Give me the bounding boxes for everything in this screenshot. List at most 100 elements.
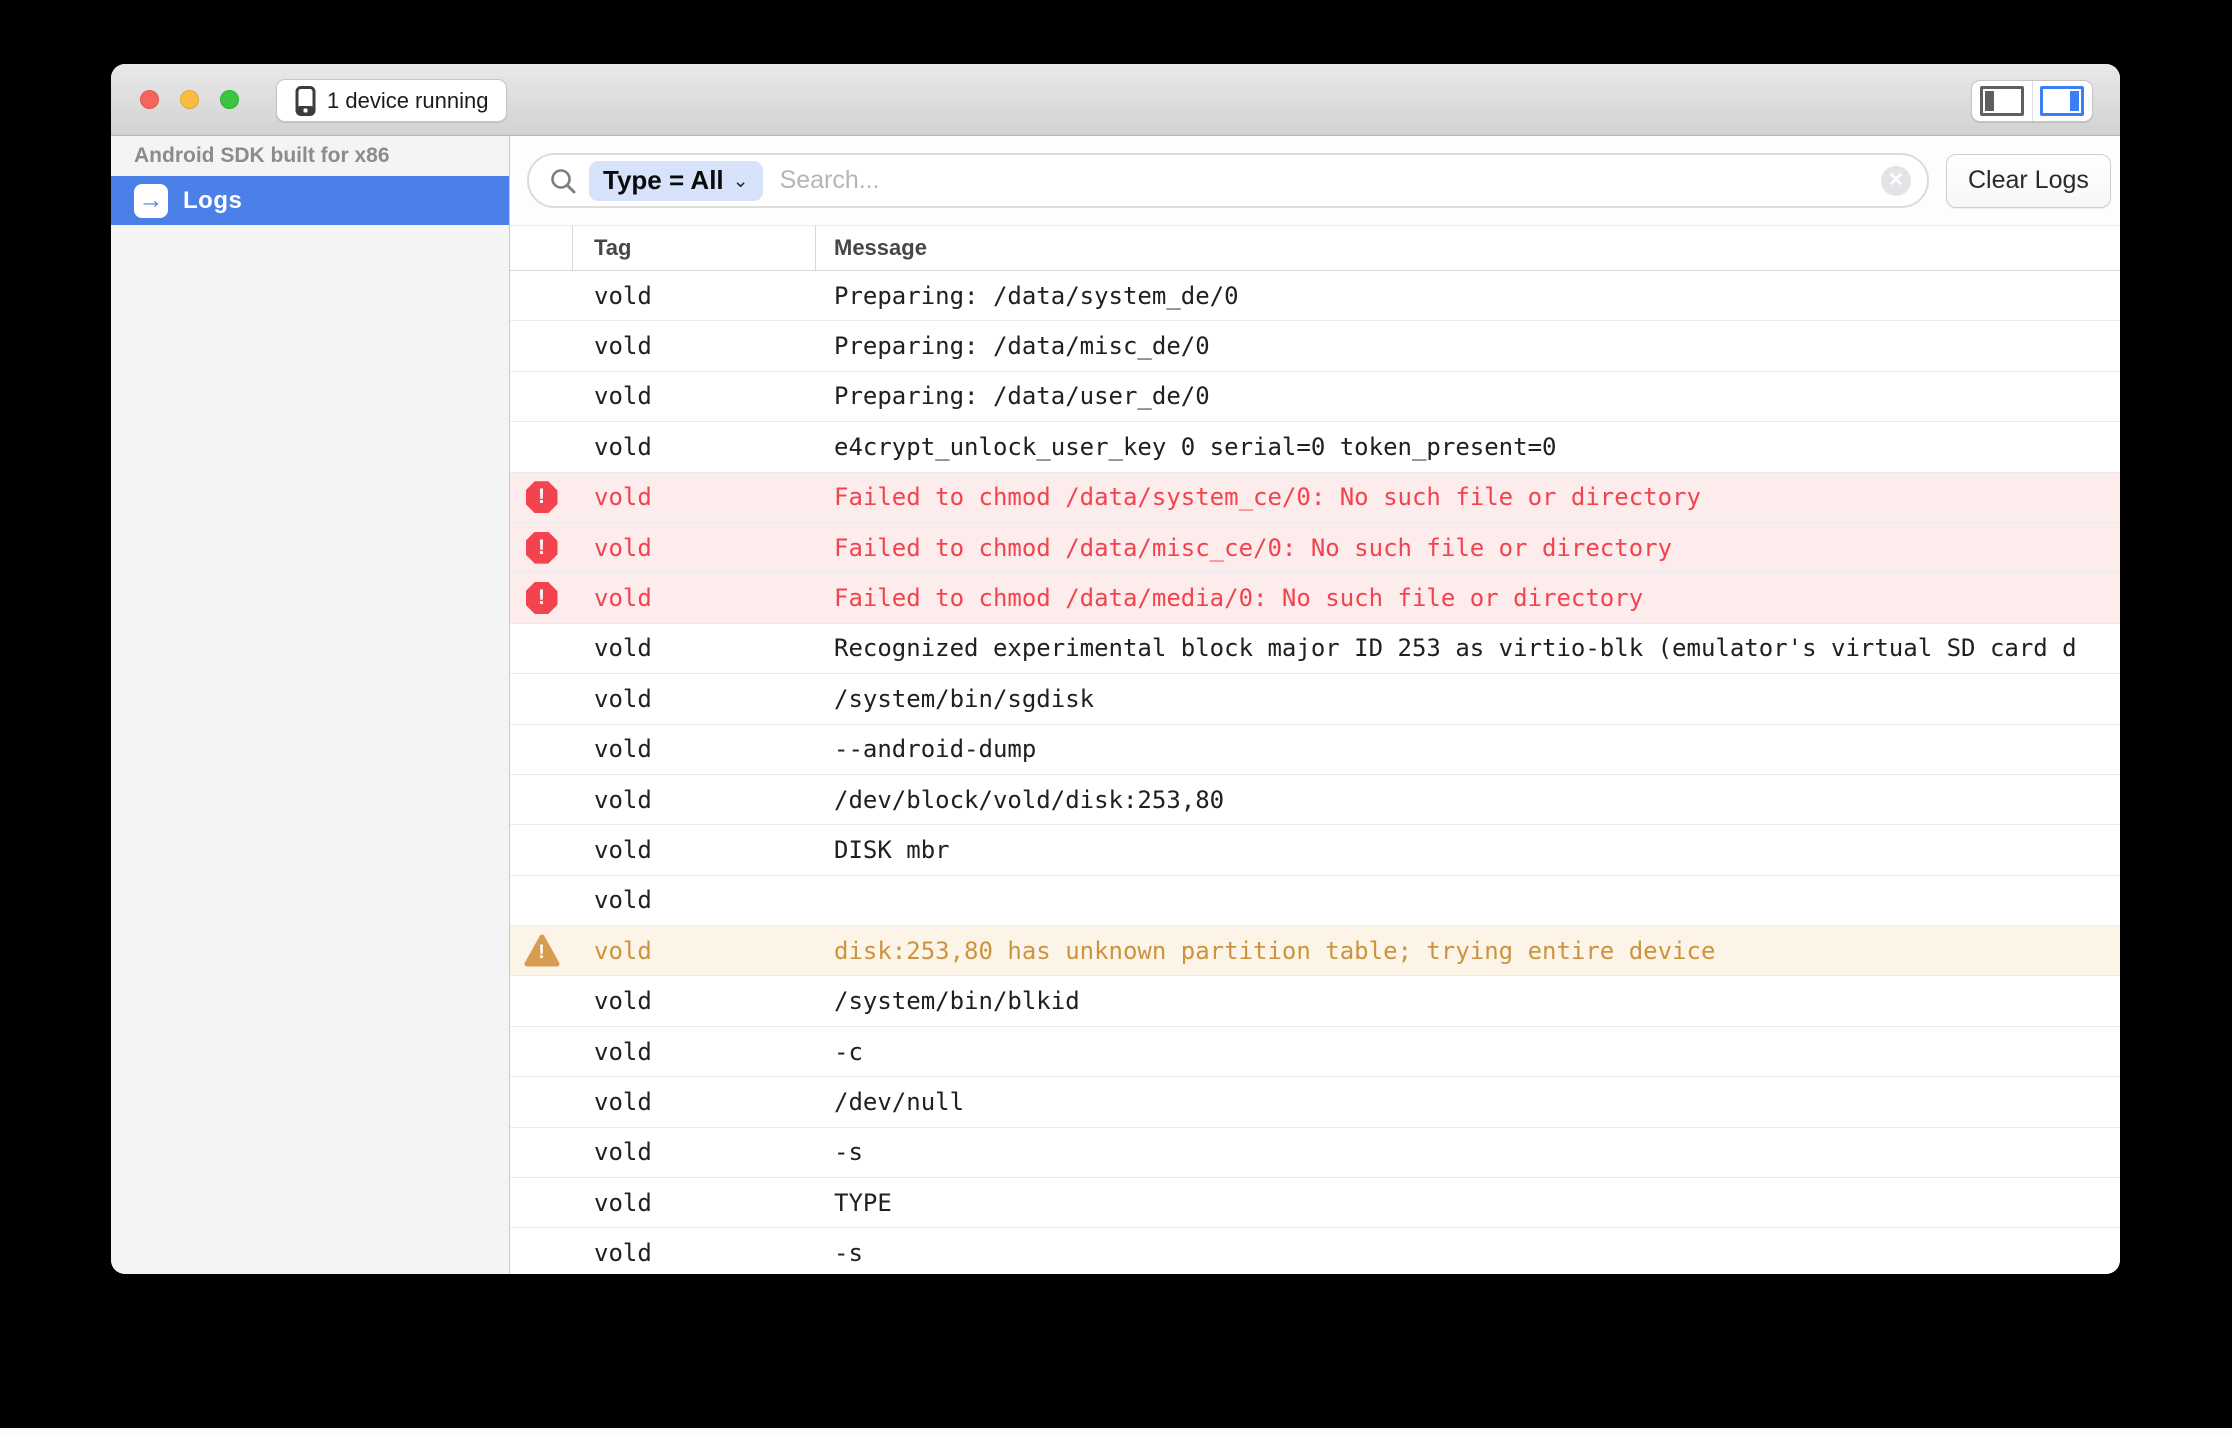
log-row[interactable]: ! ! vold Failed to chmod /data/misc_ce/0… xyxy=(510,523,2120,573)
log-row[interactable]: ! ! vold Failed to chmod /data/media/0: … xyxy=(510,573,2120,623)
log-tag: vold xyxy=(573,987,816,1015)
log-viewer-window: 1 device running Android SDK built for x… xyxy=(111,64,2120,1274)
log-row[interactable]: ! ! vold Preparing: /data/user_de/0 xyxy=(510,372,2120,422)
window-controls xyxy=(140,90,239,109)
log-tag: vold xyxy=(573,534,816,562)
log-message: /system/bin/sgdisk xyxy=(816,685,2120,713)
log-row[interactable]: ! ! vold e4crypt_unlock_user_key 0 seria… xyxy=(510,422,2120,472)
log-message: /dev/null xyxy=(816,1088,2120,1116)
log-tag: vold xyxy=(573,937,816,965)
log-panel: Type = All ⌄ ✕ Clear Logs Tag Message xyxy=(510,136,2120,1274)
level-icon-cell: ! ! xyxy=(510,532,573,564)
chevron-down-icon: ⌄ xyxy=(733,170,749,193)
log-row[interactable]: ! ! vold -c xyxy=(510,1027,2120,1077)
search-icon xyxy=(549,167,577,195)
log-message: Failed to chmod /data/misc_ce/0: No such… xyxy=(816,534,2120,562)
log-message: Failed to chmod /data/media/0: No such f… xyxy=(816,584,2120,612)
log-message: Preparing: /data/user_de/0 xyxy=(816,382,2120,410)
log-tag: vold xyxy=(573,786,816,814)
search-field[interactable]: Type = All ⌄ ✕ xyxy=(527,153,1929,208)
log-row[interactable]: ! ! vold --android-dump xyxy=(510,725,2120,775)
level-icon-cell: ! ! xyxy=(510,481,573,513)
log-row[interactable]: ! ! vold TYPE xyxy=(510,1178,2120,1228)
log-tag: vold xyxy=(573,1239,816,1267)
log-tag: vold xyxy=(573,1189,816,1217)
log-message: TYPE xyxy=(816,1189,2120,1217)
clear-logs-button[interactable]: Clear Logs xyxy=(1946,154,2111,208)
desktop-background: 1 device running Android SDK built for x… xyxy=(0,0,2232,1436)
log-tag: vold xyxy=(573,735,816,763)
log-row[interactable]: ! ! vold /dev/null xyxy=(510,1077,2120,1127)
level-icon-cell: ! ! xyxy=(510,582,573,614)
screen-bottom-strip xyxy=(0,1428,2232,1436)
log-row[interactable]: ! ! vold Preparing: /data/misc_de/0 xyxy=(510,321,2120,371)
device-running-label: 1 device running xyxy=(327,88,488,114)
log-message: -s xyxy=(816,1239,2120,1267)
log-message: /system/bin/blkid xyxy=(816,987,2120,1015)
search-input[interactable] xyxy=(780,166,1881,195)
clear-search-button[interactable]: ✕ xyxy=(1881,166,1911,196)
type-filter-chip[interactable]: Type = All ⌄ xyxy=(589,161,763,201)
type-filter-label: Type = All xyxy=(603,165,724,196)
log-tag: vold xyxy=(573,282,816,310)
log-tag: vold xyxy=(573,886,816,914)
column-header-level xyxy=(510,226,573,270)
log-message: /dev/block/vold/disk:253,80 xyxy=(816,786,2120,814)
log-tag: vold xyxy=(573,332,816,360)
log-message: Recognized experimental block major ID 2… xyxy=(816,634,2120,662)
zoom-button[interactable] xyxy=(220,90,239,109)
sidebar: Android SDK built for x86 → Logs xyxy=(111,136,510,1274)
log-row[interactable]: ! ! vold disk:253,80 has unknown partiti… xyxy=(510,926,2120,976)
panel-left-toggle-icon xyxy=(1980,86,2024,116)
clear-logs-label: Clear Logs xyxy=(1968,166,2089,195)
log-row[interactable]: ! ! vold DISK mbr xyxy=(510,825,2120,875)
log-message: e4crypt_unlock_user_key 0 serial=0 token… xyxy=(816,433,2120,461)
sidebar-item-label: Logs xyxy=(183,187,242,215)
log-row[interactable]: ! ! vold -s xyxy=(510,1228,2120,1274)
log-row[interactable]: ! ! vold xyxy=(510,876,2120,926)
warning-triangle-icon: ! xyxy=(524,934,560,967)
log-row[interactable]: ! ! vold Preparing: /data/system_de/0 xyxy=(510,271,2120,321)
log-tag: vold xyxy=(573,382,816,410)
column-header-tag[interactable]: Tag xyxy=(573,226,816,270)
panel-toggle-group xyxy=(1971,80,2093,122)
log-rows: ! ! vold Preparing: /data/system_de/0 ! … xyxy=(510,271,2120,1274)
left-panel-toggle-button[interactable] xyxy=(1972,81,2032,121)
error-octagon-icon: ! xyxy=(526,532,558,564)
log-message: Preparing: /data/misc_de/0 xyxy=(816,332,2120,360)
log-row[interactable]: ! ! vold /system/bin/sgdisk xyxy=(510,674,2120,724)
window-toolbar: 1 device running xyxy=(111,64,2120,136)
log-message: Preparing: /data/system_de/0 xyxy=(816,282,2120,310)
close-button[interactable] xyxy=(140,90,159,109)
search-toolbar: Type = All ⌄ ✕ Clear Logs xyxy=(510,136,2120,226)
log-tag: vold xyxy=(573,685,816,713)
log-message: DISK mbr xyxy=(816,836,2120,864)
log-row[interactable]: ! ! vold -s xyxy=(510,1128,2120,1178)
sidebar-item-logs[interactable]: → Logs xyxy=(111,176,509,225)
device-running-button[interactable]: 1 device running xyxy=(276,79,507,122)
log-tag: vold xyxy=(573,836,816,864)
phone-icon xyxy=(295,86,316,116)
log-message: -s xyxy=(816,1138,2120,1166)
log-row[interactable]: ! ! vold /dev/block/vold/disk:253,80 xyxy=(510,775,2120,825)
level-icon-cell: ! ! xyxy=(510,934,573,967)
right-panel-toggle-button[interactable] xyxy=(2032,81,2093,121)
log-row[interactable]: ! ! vold Recognized experimental block m… xyxy=(510,624,2120,674)
device-name-header: Android SDK built for x86 xyxy=(111,136,509,176)
panel-right-toggle-icon xyxy=(2040,86,2084,116)
log-tag: vold xyxy=(573,634,816,662)
table-header: Tag Message xyxy=(510,226,2120,271)
log-tag: vold xyxy=(573,584,816,612)
error-octagon-icon: ! xyxy=(526,582,558,614)
error-octagon-icon: ! xyxy=(526,481,558,513)
log-tag: vold xyxy=(573,1038,816,1066)
log-message: disk:253,80 has unknown partition table;… xyxy=(816,937,2120,965)
log-row[interactable]: ! ! vold Failed to chmod /data/system_ce… xyxy=(510,473,2120,523)
log-row[interactable]: ! ! vold /system/bin/blkid xyxy=(510,976,2120,1026)
column-header-message[interactable]: Message xyxy=(816,226,2120,270)
log-tag: vold xyxy=(573,433,816,461)
minimize-button[interactable] xyxy=(180,90,199,109)
log-message: --android-dump xyxy=(816,735,2120,763)
log-message: -c xyxy=(816,1038,2120,1066)
log-tag: vold xyxy=(573,1088,816,1116)
